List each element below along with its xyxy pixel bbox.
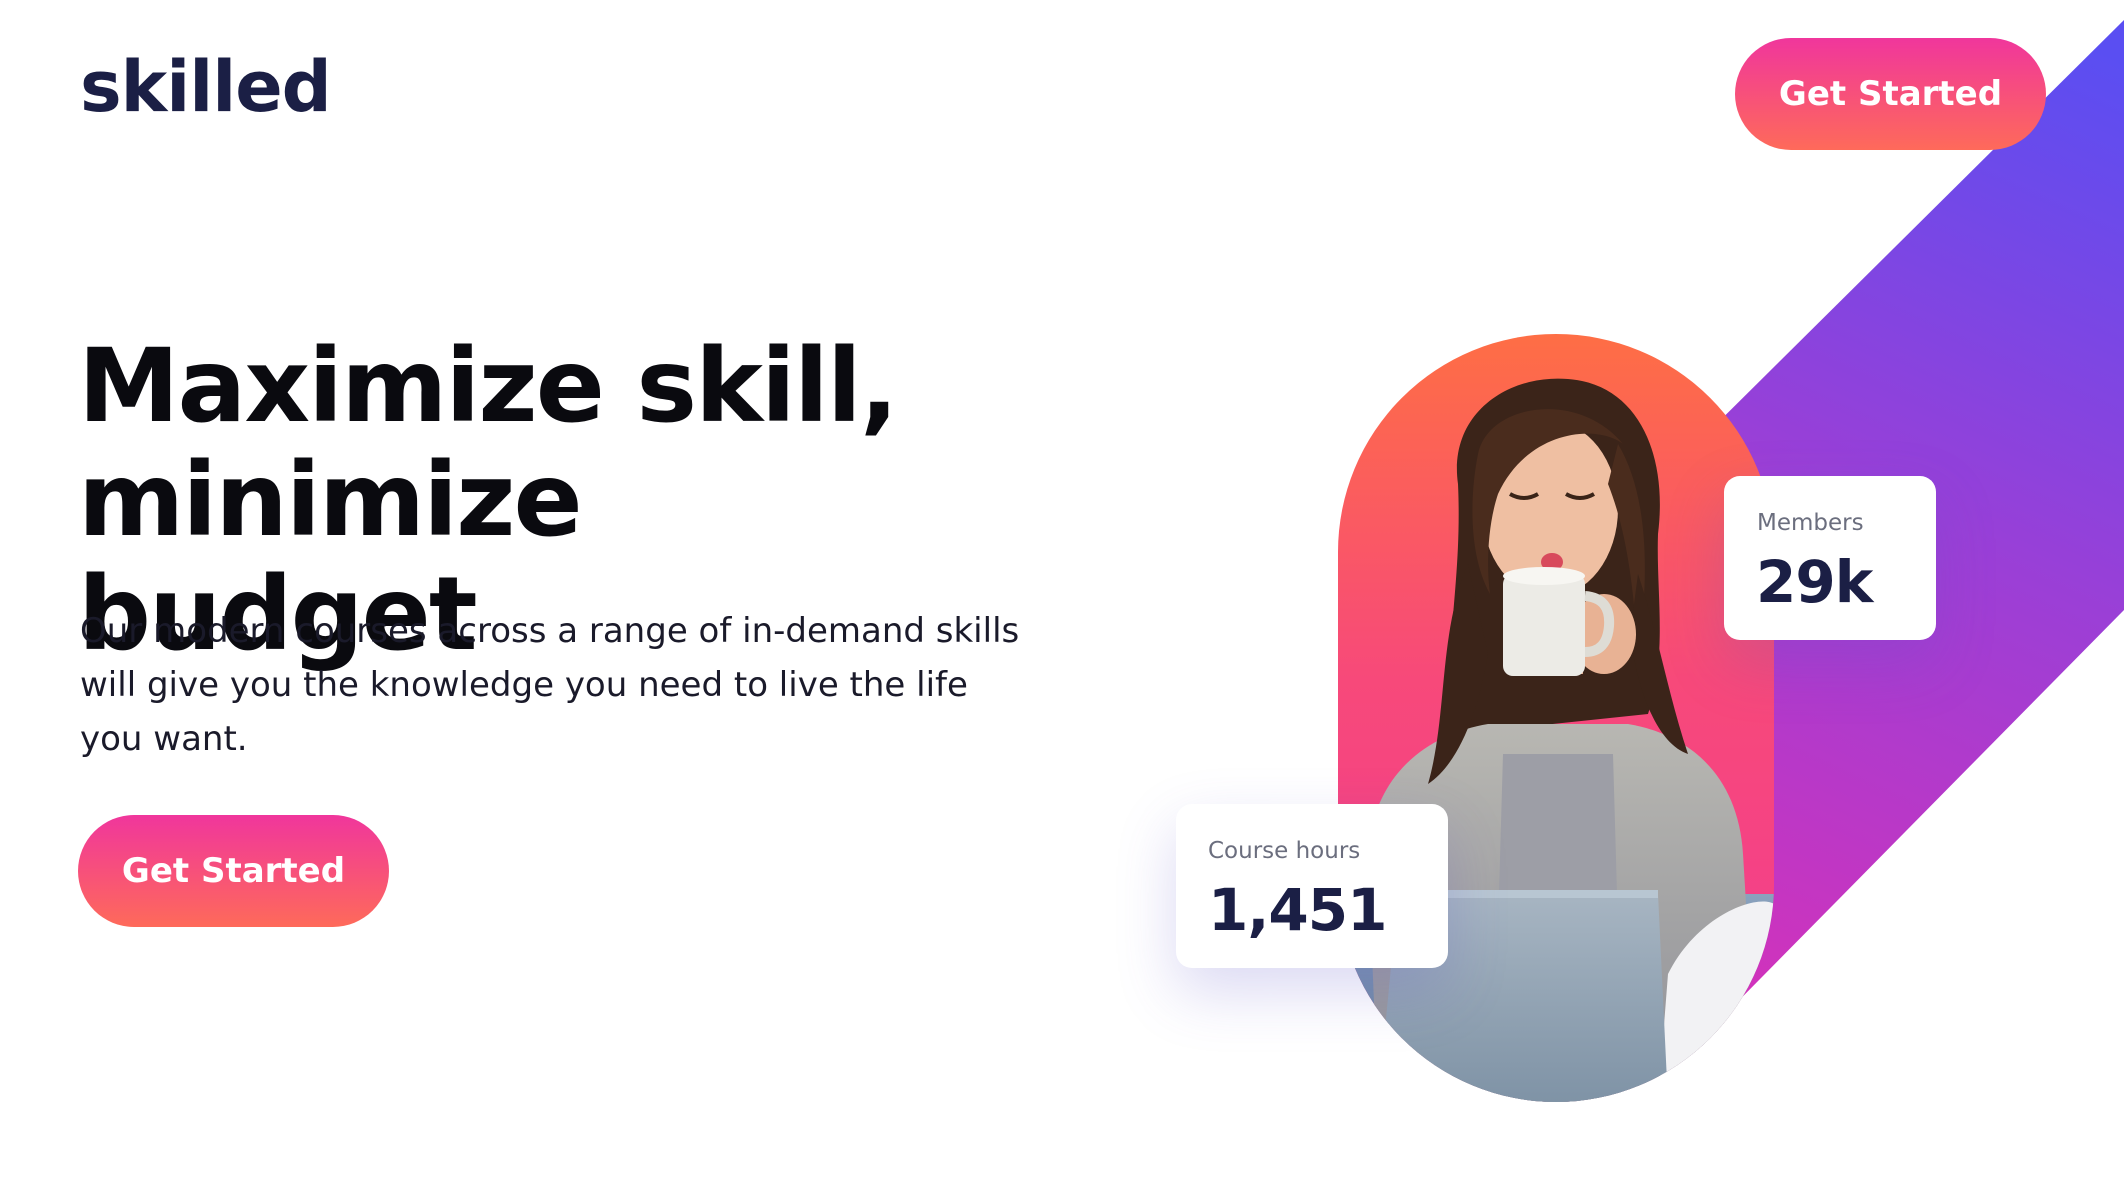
course-hours-stat-card: Course hours 1,451 [1176,804,1448,968]
members-value: 29k [1756,548,1873,616]
members-stat-card: Members 29k [1724,476,1936,640]
hero-description: Our modern courses across a range of in-… [80,611,1020,759]
logo[interactable]: skilled [80,52,332,122]
landing-page: skilled Get Started Maximize skill, mini… [0,0,2124,1180]
get-started-button-hero[interactable]: Get Started [78,815,389,927]
hero-image-arch [1338,334,1774,1102]
woman-drinking-coffee-photo [1338,378,1774,1102]
course-hours-value: 1,451 [1208,876,1387,944]
members-label: Members [1757,510,1864,536]
headline-line-1: Maximize skill, [78,327,899,446]
get-started-button-header[interactable]: Get Started [1735,38,2046,150]
course-hours-label: Course hours [1208,838,1361,864]
